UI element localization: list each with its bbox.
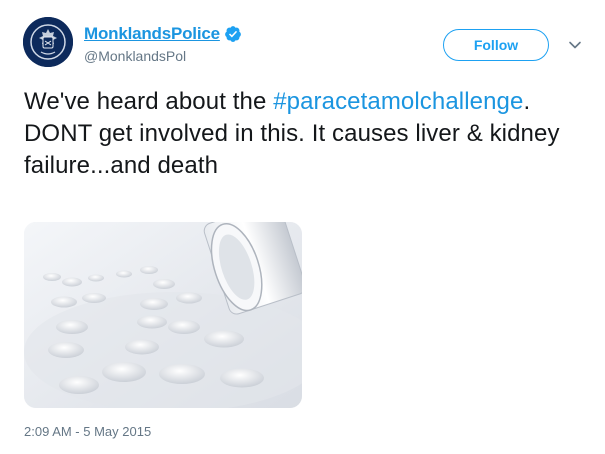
account-handle[interactable]: @MonklandsPol: [84, 48, 242, 64]
display-name-row: MonklandsPolice: [84, 23, 242, 45]
pills-photo: [24, 222, 302, 408]
chevron-down-icon[interactable]: [568, 38, 582, 52]
tweet-text: We've heard about the #paracetamolchalle…: [24, 86, 594, 182]
tweet-card: MonklandsPolice @MonklandsPol Follow We'…: [0, 0, 605, 454]
tweet-text-before: We've heard about the: [24, 88, 274, 115]
verified-badge-icon: [224, 26, 241, 42]
follow-button[interactable]: Follow: [443, 29, 549, 61]
hashtag-link[interactable]: #paracetamolchallenge: [273, 88, 523, 115]
police-crest-icon[interactable]: [23, 17, 73, 67]
tweet-photo[interactable]: [24, 222, 302, 408]
display-name[interactable]: MonklandsPolice: [84, 24, 220, 44]
tweet-timestamp[interactable]: 2:09 AM - 5 May 2015: [24, 424, 151, 439]
account-info: MonklandsPolice @MonklandsPol: [84, 23, 242, 64]
